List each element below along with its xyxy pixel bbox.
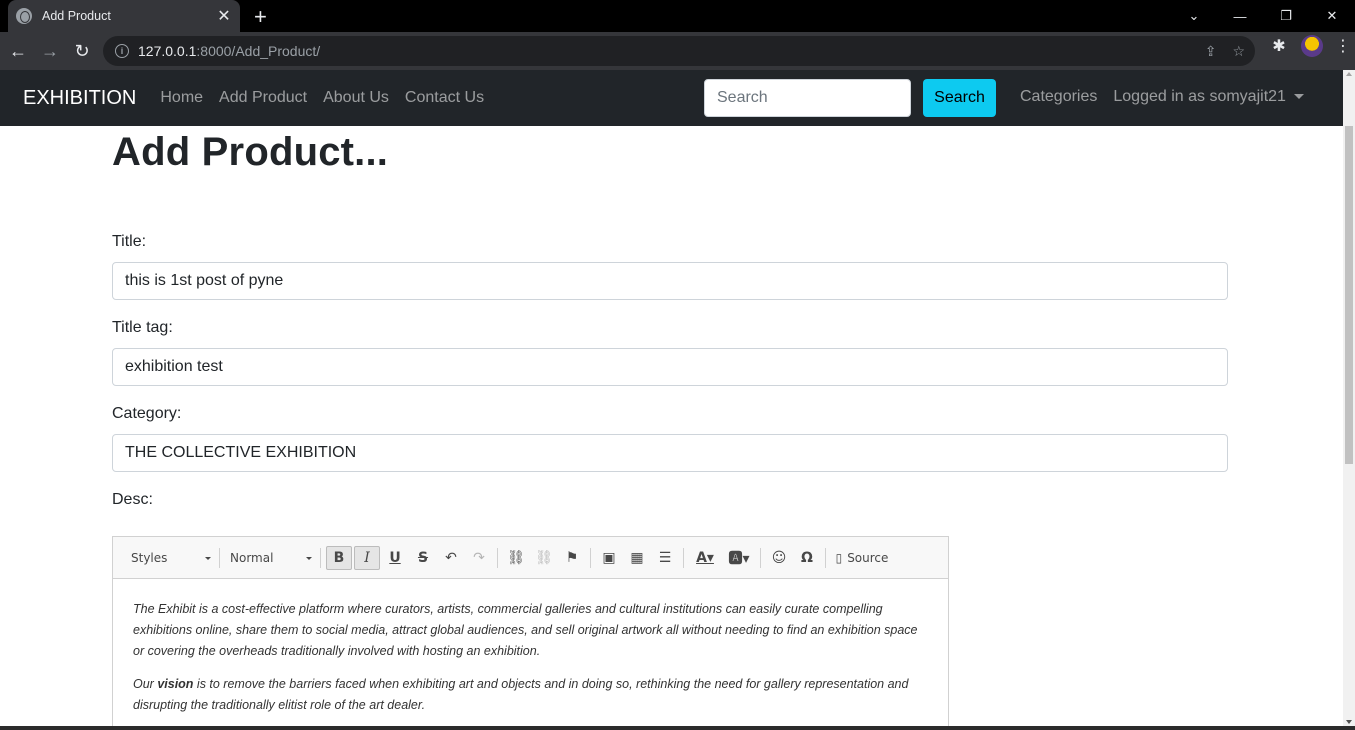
nav-link-home[interactable]: Home xyxy=(160,89,203,107)
format-combo-label: Normal xyxy=(230,550,274,565)
share-icon[interactable]: ⇪ xyxy=(1205,43,1217,60)
category-select[interactable]: THE COLLECTIVE EXHIBITION xyxy=(112,434,1228,472)
back-icon[interactable]: ← xyxy=(2,35,34,67)
user-dropdown[interactable]: Logged in as somyajit21 xyxy=(1113,88,1304,106)
page-viewport: EXHIBITION Home Add Product About Us Con… xyxy=(0,70,1355,730)
nav-link-about-us[interactable]: About Us xyxy=(323,89,389,107)
profile-avatar[interactable] xyxy=(1301,35,1323,57)
nav-link-add-product[interactable]: Add Product xyxy=(219,89,307,107)
search-input[interactable]: Search xyxy=(704,79,911,117)
editor-toolbar: Styles Normal B I U S ↶ ↷ ⛓ ⛓ ⚑ ▣ ▦ ☰ A▾… xyxy=(113,537,948,579)
desc-label: Desc: xyxy=(112,491,153,508)
styles-combo[interactable]: Styles xyxy=(119,546,215,570)
bookmark-star-icon[interactable]: ☆ xyxy=(1232,43,1245,60)
bold-button[interactable]: B xyxy=(326,545,352,570)
source-button[interactable]: ▯ Source xyxy=(830,546,894,570)
toolbar-separator xyxy=(320,547,321,568)
category-label: Category: xyxy=(112,405,182,422)
title-label: Title: xyxy=(112,233,147,250)
smiley-icon[interactable]: ☺ xyxy=(765,546,793,570)
dropdown-arrow-icon xyxy=(205,556,211,560)
close-tab-icon[interactable]: ✕ xyxy=(216,6,232,26)
table-icon[interactable]: ▦ xyxy=(623,546,651,570)
toolbar-separator xyxy=(825,547,826,568)
vertical-scrollbar[interactable] xyxy=(1343,70,1355,726)
scrollbar-thumb[interactable] xyxy=(1345,126,1353,464)
restore-icon[interactable]: ❐ xyxy=(1263,0,1309,32)
toolbar-separator xyxy=(497,547,498,568)
browser-menu-icon[interactable]: ⋮ xyxy=(1335,36,1351,56)
url-host: 127.0.0.1 xyxy=(138,43,197,59)
forward-icon[interactable]: → xyxy=(34,35,66,67)
editor-paragraph-2: Our vision is to remove the barriers fac… xyxy=(133,674,928,716)
browser-tab-strip: Add Product ✕ + ⌄ — ❐ ✕ xyxy=(0,0,1355,32)
paragraph-2-end: is to remove the barriers faced when exh… xyxy=(133,677,909,712)
title-tag-label: Title tag: xyxy=(112,319,173,336)
address-bar[interactable]: i 127.0.0.1 :8000/Add_Product/ ⇪ ☆ xyxy=(103,36,1255,66)
format-combo[interactable]: Normal xyxy=(224,546,316,570)
toolbar-separator xyxy=(760,547,761,568)
scroll-up-icon[interactable] xyxy=(1346,72,1352,76)
redo-button[interactable]: ↷ xyxy=(465,546,493,570)
horizontal-line-icon[interactable]: ☰ xyxy=(651,546,679,570)
anchor-flag-icon[interactable]: ⚑ xyxy=(558,546,586,570)
search-button[interactable]: Search xyxy=(923,79,996,117)
editor-content[interactable]: The Exhibit is a cost-effective platform… xyxy=(113,579,948,716)
source-button-label: Source xyxy=(847,550,889,565)
strikethrough-button[interactable]: S xyxy=(409,546,437,570)
caret-down-icon xyxy=(1293,94,1304,100)
new-tab-button[interactable]: + xyxy=(254,4,267,30)
title-tag-field[interactable]: exhibition test xyxy=(112,348,1228,386)
url-path: :8000/Add_Product/ xyxy=(196,43,321,59)
minimize-icon[interactable]: — xyxy=(1217,0,1263,32)
globe-icon xyxy=(16,8,32,24)
source-document-icon: ▯ xyxy=(835,550,843,565)
toolbar-separator xyxy=(683,547,684,568)
form-container: Add Product... Title: this is 1st post o… xyxy=(112,126,1228,508)
styles-combo-label: Styles xyxy=(131,550,168,565)
close-window-icon[interactable]: ✕ xyxy=(1309,0,1355,32)
rich-text-editor: Styles Normal B I U S ↶ ↷ ⛓ ⛓ ⚑ ▣ ▦ ☰ A▾… xyxy=(112,536,949,730)
italic-button[interactable]: I xyxy=(354,545,380,570)
user-dropdown-label: Logged in as somyajit21 xyxy=(1113,88,1286,105)
nav-link-categories[interactable]: Categories xyxy=(1020,88,1097,106)
special-char-omega-icon[interactable]: Ω xyxy=(793,546,821,570)
background-color-icon[interactable]: 🅰▾ xyxy=(722,546,756,570)
extensions-icon[interactable]: ✱ xyxy=(1269,36,1289,56)
title-field[interactable]: this is 1st post of pyne xyxy=(112,262,1228,300)
tab-search-icon[interactable]: ⌄ xyxy=(1171,0,1217,32)
tab-title: Add Product xyxy=(42,9,111,23)
text-color-icon[interactable]: A▾ xyxy=(688,546,722,570)
underline-button[interactable]: U xyxy=(381,546,409,570)
browser-toolbar: ← → ↻ i 127.0.0.1 :8000/Add_Product/ ⇪ ☆… xyxy=(0,32,1355,70)
link-icon[interactable]: ⛓ xyxy=(502,546,530,570)
site-info-icon[interactable]: i xyxy=(115,44,129,58)
site-navbar: EXHIBITION Home Add Product About Us Con… xyxy=(0,70,1355,126)
toolbar-separator xyxy=(219,547,220,568)
image-icon[interactable]: ▣ xyxy=(595,546,623,570)
page-title: Add Product... xyxy=(112,130,389,174)
brand-logo[interactable]: EXHIBITION xyxy=(23,87,136,110)
dropdown-arrow-icon xyxy=(306,556,312,560)
vision-bold-text: vision xyxy=(157,677,194,691)
paragraph-2-start: Our xyxy=(133,677,158,691)
scroll-down-icon[interactable] xyxy=(1346,720,1352,724)
toolbar-separator xyxy=(590,547,591,568)
undo-button[interactable]: ↶ xyxy=(437,546,465,570)
window-controls: ⌄ — ❐ ✕ xyxy=(1171,0,1355,32)
window-bottom-edge xyxy=(0,726,1355,730)
editor-paragraph-1: The Exhibit is a cost-effective platform… xyxy=(133,602,918,658)
reload-icon[interactable]: ↻ xyxy=(66,35,98,67)
nav-link-contact-us[interactable]: Contact Us xyxy=(405,89,484,107)
unlink-icon[interactable]: ⛓ xyxy=(530,546,558,570)
browser-tab[interactable]: Add Product ✕ xyxy=(8,0,240,32)
